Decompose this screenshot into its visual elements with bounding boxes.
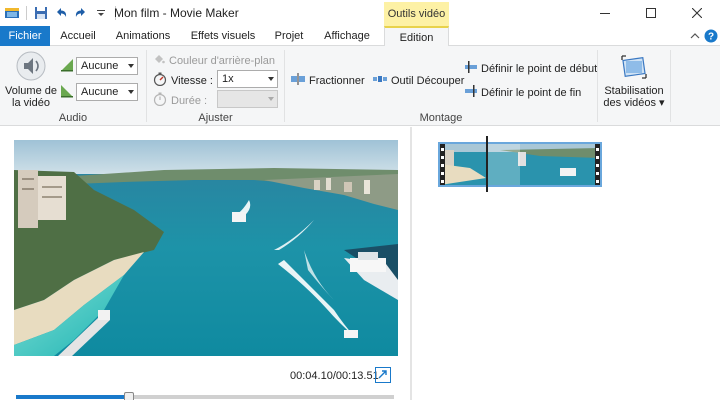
split-label: Fractionner [309, 74, 365, 87]
stabilization-label-text: des vidéos [603, 97, 656, 109]
window-title: Mon film - Movie Maker [114, 6, 239, 20]
tab-projet[interactable]: Projet [268, 26, 310, 46]
set-start-point-icon [465, 61, 477, 76]
split-icon [291, 73, 305, 88]
speed-gauge-icon [153, 72, 167, 89]
quick-access-toolbar [4, 4, 118, 22]
video-preview[interactable] [14, 140, 398, 356]
fade-in-dropdown[interactable]: Aucune [76, 57, 138, 75]
redo-icon[interactable] [73, 5, 89, 21]
trim-tool-button[interactable]: Outil Découper [373, 73, 464, 88]
speaker-icon [15, 50, 47, 85]
background-color-button[interactable]: Couleur d'arrière-plan [153, 53, 275, 68]
customize-qat-icon[interactable] [93, 5, 109, 21]
group-separator [670, 50, 671, 122]
tab-effets-visuels[interactable]: Effets visuels [184, 26, 262, 46]
video-stabilization-button[interactable]: Stabilisation des vidéos ▾ [602, 52, 666, 109]
set-end-point-label: Définir le point de fin [481, 86, 582, 99]
tab-affichage[interactable]: Affichage [318, 26, 376, 46]
stabilization-icon [619, 52, 649, 85]
tab-animations[interactable]: Animations [110, 26, 176, 46]
chevron-down-icon [268, 97, 274, 101]
speed-value: 1x [222, 73, 234, 85]
volume-label-line2: la vidéo [12, 97, 50, 109]
speed-dropdown[interactable]: 1x [217, 70, 278, 88]
background-color-label: Couleur d'arrière-plan [169, 54, 276, 67]
storyboard-playhead[interactable] [486, 136, 488, 192]
maximize-button[interactable] [628, 0, 674, 26]
set-start-point-label: Définir le point de début [481, 62, 598, 75]
seek-bar[interactable] [16, 392, 394, 400]
qat-separator [26, 6, 27, 20]
window-controls [582, 0, 720, 26]
help-icon[interactable]: ? [704, 29, 718, 43]
tab-edition[interactable]: Edition [384, 26, 449, 47]
group-audio: Volume de la vidéo Aucune Aucune Audio [0, 46, 146, 126]
speed-label: Vitesse : [171, 74, 213, 87]
group-label-ajuster: Ajuster [198, 112, 233, 124]
video-tools-context-header: Outils vidéo [384, 2, 449, 26]
fade-in-value: Aucune [81, 60, 119, 72]
stabilization-label-line1: Stabilisation [604, 85, 664, 97]
movie-maker-app-icon[interactable] [4, 5, 20, 21]
set-end-point-icon [465, 85, 477, 100]
group-montage: Fractionner Outil Découper Définir le po… [285, 46, 597, 126]
group-label-audio: Audio [58, 112, 88, 124]
split-button[interactable]: Fractionner [291, 73, 365, 88]
fullscreen-preview-button[interactable] [375, 367, 391, 383]
fade-out-value: Aucune [81, 86, 119, 98]
ribbon: Volume de la vidéo Aucune Aucune Audio C… [0, 46, 720, 126]
set-start-point-button[interactable]: Définir le point de début [465, 61, 597, 76]
stopwatch-icon [153, 92, 167, 109]
group-label-montage: Montage [419, 112, 463, 124]
duration-control: Durée : [153, 92, 207, 109]
fade-out-icon [60, 84, 74, 101]
chevron-down-icon [268, 77, 274, 81]
ribbon-minimize-icon[interactable] [688, 29, 702, 43]
seek-bar-progress [16, 395, 130, 399]
chevron-down-icon [128, 90, 134, 94]
speed-control: Vitesse : [153, 72, 213, 89]
title-bar: Mon film - Movie Maker Outils vidéo [0, 0, 720, 26]
trim-icon [373, 73, 387, 88]
trim-label: Outil Découper [391, 74, 465, 87]
chevron-down-icon [128, 64, 134, 68]
duration-label: Durée : [171, 94, 208, 107]
playback-timecode: 00:04.10/00:13.51 [290, 370, 379, 382]
tab-accueil[interactable]: Accueil [52, 26, 104, 46]
close-button[interactable] [674, 0, 720, 26]
ribbon-tab-row: Fichier Accueil Animations Effets visuel… [0, 26, 720, 47]
minimize-button[interactable] [582, 0, 628, 26]
video-volume-button[interactable]: Volume de la vidéo [4, 50, 58, 109]
group-ajuster: Couleur d'arrière-plan Vitesse : 1x Duré… [147, 46, 284, 126]
expand-icon [378, 369, 388, 382]
seek-bar-thumb[interactable] [124, 392, 135, 400]
paint-bucket-icon [153, 53, 165, 68]
tab-fichier[interactable]: Fichier [0, 26, 50, 46]
save-icon[interactable] [33, 5, 49, 21]
fade-in-icon [60, 58, 74, 75]
svg-text:?: ? [708, 32, 714, 43]
video-clip-thumbnail[interactable] [438, 142, 602, 187]
set-end-point-button[interactable]: Définir le point de fin [465, 85, 581, 100]
group-separator [597, 50, 598, 122]
stabilization-label-line2: des vidéos ▾ [603, 97, 665, 109]
volume-label-line1: Volume de [5, 85, 57, 97]
fade-out-dropdown[interactable]: Aucune [76, 83, 138, 101]
undo-icon[interactable] [53, 5, 69, 21]
duration-dropdown[interactable] [217, 90, 278, 108]
